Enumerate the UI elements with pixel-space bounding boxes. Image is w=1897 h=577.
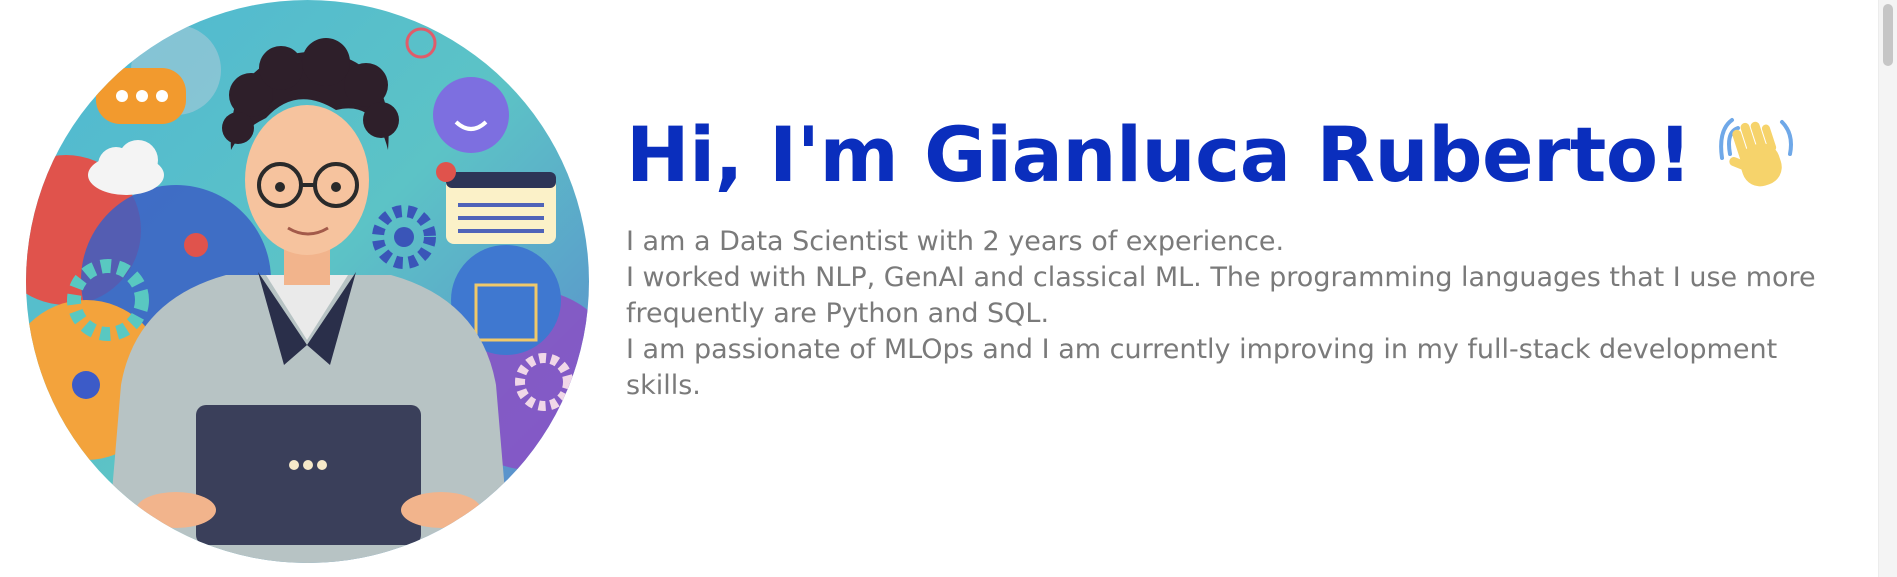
avatar	[26, 0, 589, 563]
title-row: Hi, I'm Gianluca Ruberto!	[626, 100, 1856, 210]
scrollbar-thumb[interactable]	[1883, 4, 1893, 66]
bio-line: I am passionate of MLOps and I am curren…	[626, 334, 1778, 401]
page-title: Hi, I'm Gianluca Ruberto!	[626, 110, 1692, 199]
bio-line: I am a Data Scientist with 2 years of ex…	[626, 226, 1285, 257]
waving-hand-icon	[1718, 118, 1793, 187]
intro-content: Hi, I'm Gianluca Ruberto! I am a Data Sc…	[626, 100, 1856, 404]
vertical-scrollbar[interactable]	[1878, 0, 1897, 577]
hero-section: Hi, I'm Gianluca Ruberto! I am a Data Sc…	[0, 0, 1897, 577]
bio-line: I worked with NLP, GenAI and classical M…	[626, 262, 1816, 329]
bio-text: I am a Data Scientist with 2 years of ex…	[626, 224, 1856, 404]
